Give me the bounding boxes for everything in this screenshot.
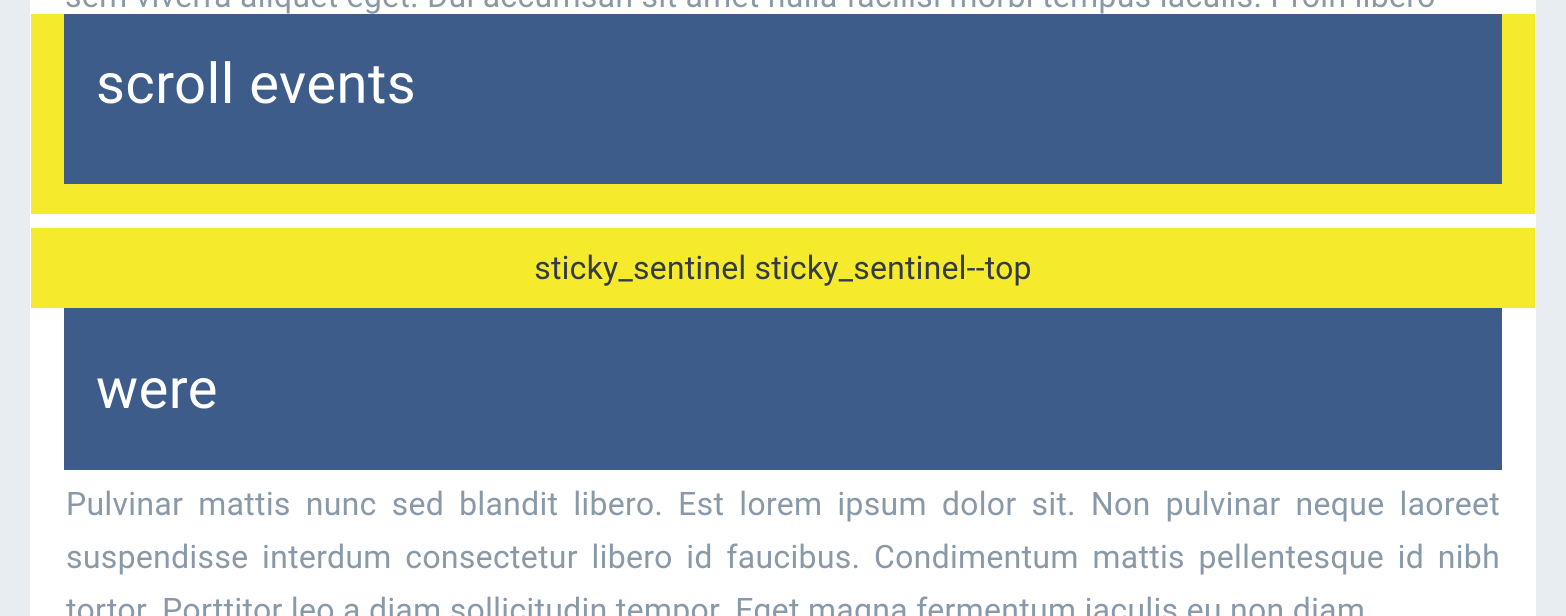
sticky-sentinel-top: sticky_sentinel sticky_sentinel--top — [31, 228, 1535, 308]
sticky-header-block-2: were — [64, 308, 1502, 470]
sentinel-label-text: sticky_sentinel sticky_sentinel--top — [534, 249, 1031, 287]
section-heading-1: scroll events — [96, 51, 416, 117]
sticky-header-block-1: scroll events — [64, 14, 1502, 184]
sticky-header-wrapper-2: were — [64, 308, 1502, 470]
page-viewport: sem viverra aliquet eget. Dui accumsan s… — [0, 0, 1566, 616]
sticky-highlight-wrapper-1: scroll events — [31, 14, 1535, 214]
section-heading-2: were — [96, 356, 218, 422]
content-container: sem viverra aliquet eget. Dui accumsan s… — [30, 0, 1536, 616]
section-body-text: Pulvinar mattis nunc sed blandit libero.… — [66, 478, 1500, 616]
